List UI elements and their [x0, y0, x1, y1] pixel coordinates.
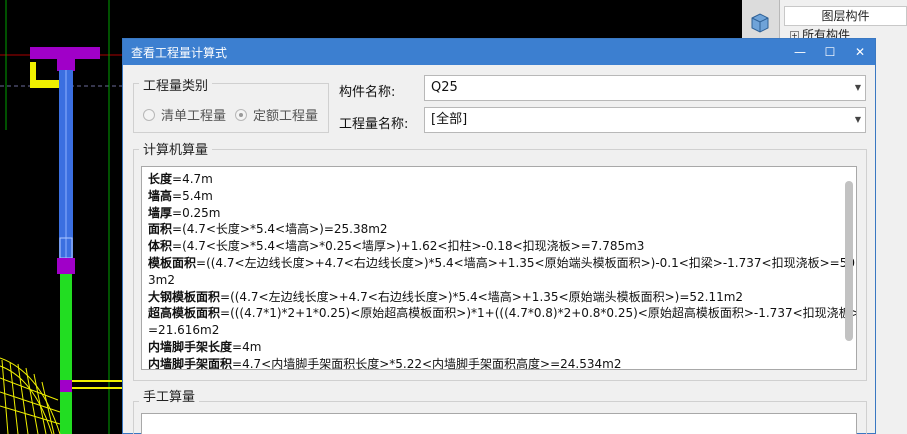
calc-line-key: 超高模板面积	[148, 306, 221, 321]
calc-line-key: 体积	[148, 239, 173, 254]
calc-line-formula: =0.25m	[172, 205, 221, 220]
radio-label-bill-quantity: 清单工程量	[161, 109, 227, 124]
calc-line-formula: =5.4m	[172, 188, 213, 203]
calc-line-formula: =21.616m2	[148, 323, 220, 338]
quantity-type-legend: 工程量类别	[139, 75, 213, 94]
dialog-title: 查看工程量计算式	[131, 45, 228, 60]
calc-line-key: 长度	[148, 172, 173, 186]
calc-line: =21.616m2	[148, 322, 834, 339]
calc-line-formula: =(4.7<长度>*5.4<墙高>*0.25<墙厚>)+1.62<扣柱>-0.1…	[172, 239, 645, 254]
calc-line-key: 模板面积	[148, 255, 197, 270]
calc-line-key: 墙高	[148, 188, 173, 203]
computer-calc-legend: 计算机算量	[139, 139, 213, 158]
view-toolbar	[742, 0, 780, 40]
3d-cube-icon[interactable]	[748, 10, 772, 34]
dialog-titlebar[interactable]: 查看工程量计算式 — ☐ ✕	[123, 39, 875, 65]
calc-line: 内墙脚手架长度=4m	[148, 339, 834, 356]
calc-line: 大钢模板面积=((4.7<左边线长度>+4.7<右边线长度>)*5.4<墙高>+…	[148, 289, 834, 306]
quantity-name-label: 工程量名称:	[339, 117, 409, 132]
chevron-down-icon: ▼	[854, 115, 861, 124]
calc-line: 内墙脚手架面积=4.7<内墙脚手架面积长度>*5.22<内墙脚手架面积高度>=2…	[148, 356, 834, 370]
calc-line-formula: =(((4.7*1)*2+1*0.25)<原始超高模板面积>)*1+(((4.7…	[220, 306, 857, 321]
calc-line: 墙厚=0.25m	[148, 205, 834, 222]
calc-line: 长度=4.7m	[148, 171, 834, 188]
calc-line: 超高模板面积=(((4.7*1)*2+1*0.25)<原始超高模板面积>)*1+…	[148, 305, 856, 322]
component-name-value: Q25	[431, 80, 458, 95]
calc-line: 墙高=5.4m	[148, 188, 834, 205]
calc-line: 体积=(4.7<长度>*5.4<墙高>*0.25<墙厚>)+1.62<扣柱>-0…	[148, 238, 834, 255]
calc-line-key: 面积	[148, 222, 173, 237]
view-quantity-formula-dialog: 查看工程量计算式 — ☐ ✕ 工程量类别 清单工程量 定额工程量 构件名称: Q…	[122, 38, 876, 434]
calc-line-formula: =4m	[232, 339, 262, 354]
component-name-select[interactable]: Q25 ▼	[424, 75, 866, 101]
calc-line-formula: =4.7m	[172, 172, 213, 186]
calc-line-formula: =((4.7<左边线长度>+4.7<右边线长度>)*5.4<墙高>+1.35<原…	[196, 255, 857, 270]
radio-quota-quantity[interactable]: 定额工程量	[235, 105, 318, 124]
computer-calc-lines: 长度=4.7m 墙高=5.4m 墙厚=0.25m 面积=(4.7<长度>*5.4<墙高…	[148, 171, 856, 370]
close-button[interactable]: ✕	[845, 39, 875, 65]
layer-component-header[interactable]: 图层构件	[784, 6, 907, 26]
calc-line: 模板面积=((4.7<左边线长度>+4.7<右边线长度>)*5.4<墙高>+1.…	[148, 255, 856, 272]
maximize-button[interactable]: ☐	[815, 39, 845, 65]
radio-button-quota-quantity[interactable]	[235, 108, 247, 121]
calc-line-formula: 3m2	[148, 272, 175, 287]
component-name-label: 构件名称:	[339, 85, 396, 100]
calc-line: 3m2	[148, 272, 834, 289]
calc-line-key: 内墙脚手架长度	[148, 339, 233, 354]
radio-bill-quantity[interactable]: 清单工程量	[143, 105, 226, 124]
calc-line-formula: =((4.7<左边线长度>+4.7<右边线长度>)*5.4<墙高>+1.35<原…	[220, 289, 744, 304]
calc-line-key: 墙厚	[148, 205, 173, 220]
quantity-name-value: [全部]	[431, 112, 468, 127]
vertical-scrollbar[interactable]	[845, 181, 853, 341]
chevron-down-icon: ▼	[854, 83, 861, 92]
calc-line-formula: =4.7<内墙脚手架面积长度>*5.22<内墙脚手架面积高度>=24.534m2	[232, 356, 622, 370]
radio-button-bill-quantity[interactable]	[143, 108, 155, 121]
calc-line-key: 大钢模板面积	[148, 289, 221, 304]
manual-calc-textbox[interactable]	[141, 413, 857, 434]
computer-calc-textbox[interactable]: 长度=4.7m 墙高=5.4m 墙厚=0.25m 面积=(4.7<长度>*5.4<墙高…	[141, 166, 857, 370]
manual-calc-legend: 手工算量	[139, 386, 200, 405]
calc-line-key: 内墙脚手架面积	[148, 356, 233, 370]
calc-line: 面积=(4.7<长度>*5.4<墙高>)=25.38m2	[148, 221, 834, 238]
radio-label-quota-quantity: 定额工程量	[253, 109, 319, 124]
minimize-button[interactable]: —	[785, 39, 815, 65]
quantity-name-select[interactable]: [全部] ▼	[424, 107, 866, 133]
calc-line-formula: =(4.7<长度>*5.4<墙高>)=25.38m2	[172, 222, 388, 237]
